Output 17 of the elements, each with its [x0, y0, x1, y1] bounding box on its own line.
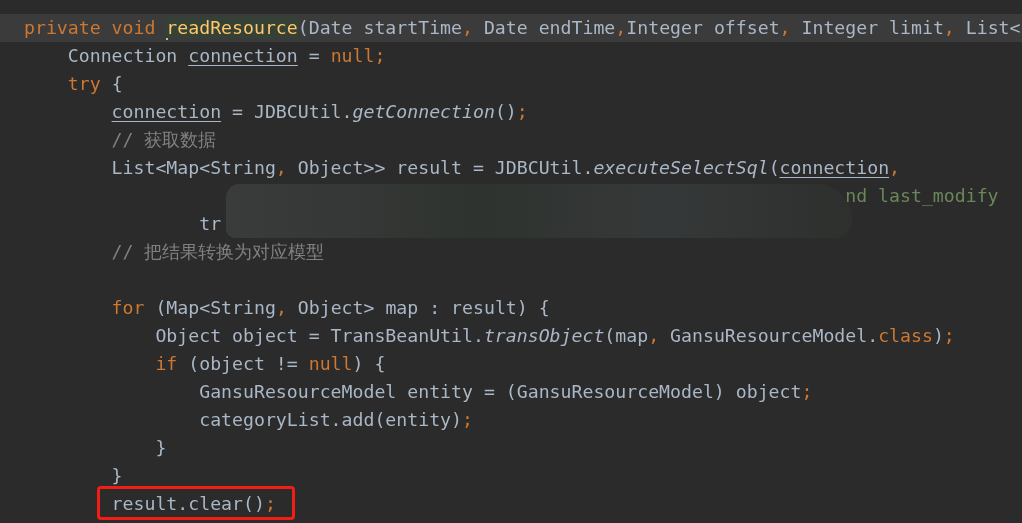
- code-line: categoryList.add(entity);: [198, 408, 473, 432]
- code-line: tr: [198, 212, 222, 236]
- code-line: if (object != null) {: [154, 352, 386, 376]
- code-line: connection = JDBCUtil.getConnection();: [110, 100, 528, 124]
- code-line: // 获取数据: [110, 128, 217, 152]
- code-line: for (Map<String, Object> map : result) {: [110, 296, 550, 320]
- code-line: }: [154, 436, 167, 460]
- code-line: GansuResourceModel entity = (GansuResourceModel) object;: [198, 380, 813, 404]
- code-line: // 把结果转换为对应模型: [110, 240, 325, 264]
- code-line: Object object = TransBeanUtil.transObject(map, GansuResourceModel.class);: [154, 324, 955, 348]
- code-line: nd last_modify: [844, 184, 999, 208]
- code-line: private void readResource(Date startTime, Date endTime,Integer offset, Integer limit, List<: [24, 16, 1021, 42]
- code-line: }: [110, 464, 123, 488]
- code-line: Connection connection = null;: [66, 44, 386, 68]
- code-line: try {: [66, 72, 123, 96]
- code-line: result.clear();: [110, 492, 276, 516]
- code-line: List<Map<String, Object>> result = JDBCUtil.executeSelectSql(connection,: [110, 156, 901, 180]
